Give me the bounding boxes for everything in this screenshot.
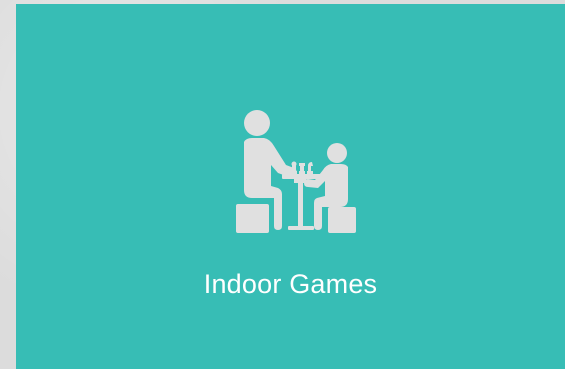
card-label: Indoor Games (203, 269, 378, 299)
indoor-games-card[interactable]: Indoor Games (16, 4, 565, 369)
chess-players-icon (234, 108, 359, 234)
